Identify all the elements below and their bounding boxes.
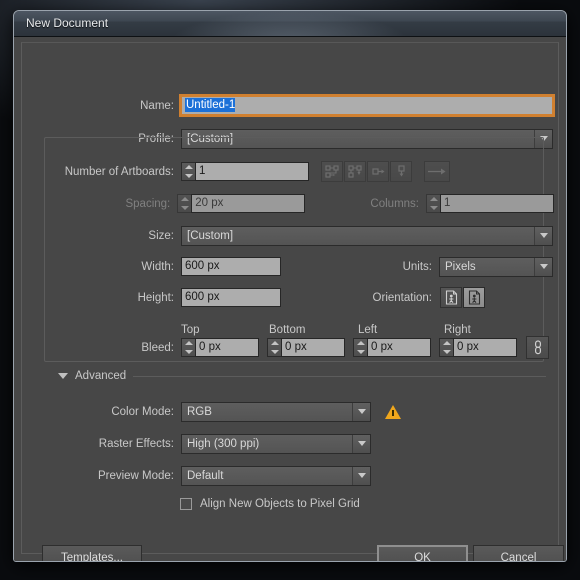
bleed-right-stepper[interactable] <box>439 338 453 357</box>
bleed-right-input[interactable]: 0 px <box>453 338 517 357</box>
preview-mode-dropdown[interactable]: Default <box>181 465 371 486</box>
cancel-button[interactable]: Cancel <box>473 545 564 561</box>
size-dropdown[interactable]: [Custom] <box>181 225 553 246</box>
columns-stepper[interactable] <box>426 194 440 213</box>
bleed-left-header: Left <box>358 324 378 336</box>
color-mode-label: Color Mode: <box>111 405 174 418</box>
bleed-left-stepper[interactable] <box>353 338 367 357</box>
bleed-bottom-header: Bottom <box>269 324 306 336</box>
bleed-top-input[interactable]: 0 px <box>195 338 259 357</box>
chevron-down-icon <box>58 373 68 379</box>
grid-by-column-icon[interactable] <box>344 161 366 182</box>
artboards-stepper[interactable] <box>181 162 195 181</box>
orientation-landscape-icon[interactable] <box>463 287 485 308</box>
bleed-right-header: Right <box>444 324 471 336</box>
color-mode-value: RGB <box>187 405 212 418</box>
bleed-link-icon[interactable] <box>526 336 549 359</box>
artboard-flow-direction-icon[interactable] <box>424 161 450 182</box>
columns-label: Columns: <box>370 197 419 210</box>
new-document-dialog: New Document Name: Untitled-1 Profile: [… <box>13 10 567 562</box>
ok-button[interactable]: OK <box>377 545 468 561</box>
titlebar-glow <box>168 11 412 36</box>
units-dropdown[interactable]: Pixels <box>439 256 553 277</box>
chevron-down-icon[interactable] <box>352 402 370 421</box>
stepper-down-icon[interactable] <box>184 174 193 178</box>
document-name-input[interactable]: Untitled-1 <box>179 94 555 117</box>
templates-button[interactable]: Templates... <box>42 545 142 561</box>
desktop-backdrop: New Document Name: Untitled-1 Profile: [… <box>0 0 580 580</box>
stepper-down-icon[interactable] <box>442 350 451 354</box>
chevron-down-icon[interactable] <box>534 257 552 276</box>
stepper-down-icon[interactable] <box>180 206 189 210</box>
bleed-bottom-stepper[interactable] <box>267 338 281 357</box>
artboard-layout-buttons <box>321 161 412 182</box>
grid-by-row-icon[interactable] <box>321 161 343 182</box>
spacing-input[interactable]: 20 px <box>191 194 306 213</box>
warning-icon <box>385 404 401 419</box>
preview-mode-value: Default <box>187 469 224 482</box>
artboards-input[interactable]: 1 <box>195 162 309 181</box>
align-pixel-grid-checkbox[interactable] <box>180 497 192 510</box>
raster-effects-dropdown[interactable]: High (300 ppi) <box>181 433 371 454</box>
orientation-label: Orientation: <box>372 291 432 304</box>
width-input[interactable]: 600 px <box>181 257 281 276</box>
advanced-label: Advanced <box>75 370 127 382</box>
stepper-up-icon[interactable] <box>184 165 193 169</box>
section-divider <box>133 375 546 377</box>
stepper-up-icon[interactable] <box>356 341 365 345</box>
chevron-down-icon[interactable] <box>352 434 370 453</box>
advanced-section-toggle[interactable]: Advanced <box>58 370 546 382</box>
raster-effects-label: Raster Effects: <box>98 437 174 450</box>
stepper-up-icon[interactable] <box>442 341 451 345</box>
bleed-bottom-input[interactable]: 0 px <box>281 338 345 357</box>
columns-input[interactable]: 1 <box>440 194 554 213</box>
orientation-portrait-icon[interactable] <box>440 287 462 308</box>
size-value: [Custom] <box>187 229 234 242</box>
dialog-body: Name: Untitled-1 Profile: [Custom] Numbe… <box>14 37 566 561</box>
width-label: Width: <box>141 260 174 273</box>
stepper-up-icon[interactable] <box>429 197 438 201</box>
spacing-stepper[interactable] <box>177 194 192 213</box>
stepper-up-icon[interactable] <box>270 341 279 345</box>
document-name-value: Untitled-1 <box>185 98 236 112</box>
arrange-by-column-icon[interactable] <box>390 161 412 182</box>
stepper-up-icon[interactable] <box>180 197 189 201</box>
height-input[interactable]: 600 px <box>181 288 281 307</box>
stepper-down-icon[interactable] <box>270 350 279 354</box>
dialog-titlebar[interactable]: New Document <box>14 11 566 37</box>
name-label: Name: <box>140 99 174 112</box>
number-of-artboards-label: Number of Artboards: <box>64 165 174 178</box>
align-pixel-grid-label: Align New Objects to Pixel Grid <box>200 497 360 510</box>
color-mode-dropdown[interactable]: RGB <box>181 401 371 422</box>
raster-effects-value: High (300 ppi) <box>187 437 260 450</box>
dialog-title: New Document <box>26 16 109 30</box>
units-value: Pixels <box>445 260 476 273</box>
chevron-down-icon[interactable] <box>352 466 370 485</box>
bleed-left-input[interactable]: 0 px <box>367 338 431 357</box>
height-label: Height: <box>137 291 174 304</box>
spacing-label: Spacing: <box>125 197 171 210</box>
arrange-by-row-icon[interactable] <box>367 161 389 182</box>
bleed-label: Bleed: <box>141 341 174 354</box>
bleed-top-stepper[interactable] <box>181 338 195 357</box>
bleed-top-header: Top <box>181 324 200 336</box>
stepper-down-icon[interactable] <box>429 206 438 210</box>
stepper-down-icon[interactable] <box>356 350 365 354</box>
orientation-buttons <box>440 287 485 308</box>
size-label: Size: <box>148 229 174 242</box>
chevron-down-icon[interactable] <box>534 226 552 245</box>
units-label: Units: <box>402 260 432 273</box>
preview-mode-label: Preview Mode: <box>97 469 174 482</box>
stepper-down-icon[interactable] <box>184 350 193 354</box>
stepper-up-icon[interactable] <box>184 341 193 345</box>
